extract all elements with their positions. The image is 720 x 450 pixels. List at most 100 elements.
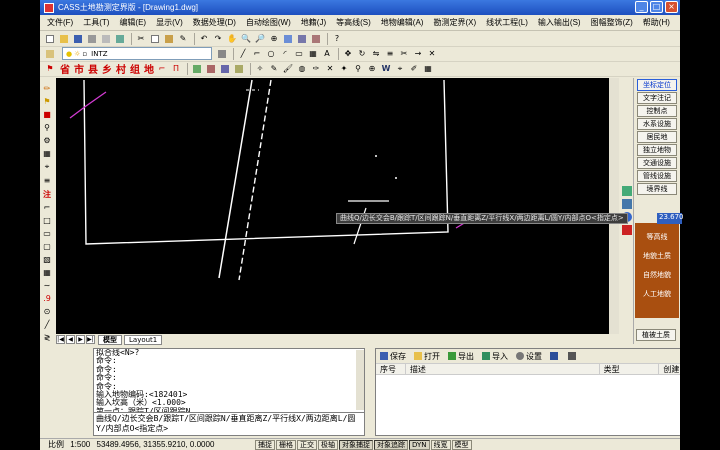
- column-created[interactable]: 创建时间: [659, 364, 680, 374]
- status-otrack[interactable]: 对象追踪: [374, 439, 408, 450]
- command-scrollbar[interactable]: [356, 350, 364, 410]
- move-icon[interactable]: ✥: [342, 48, 354, 60]
- table-icon[interactable]: [233, 63, 245, 75]
- bracket-icon[interactable]: Π: [170, 63, 182, 75]
- tool-palette-icon[interactable]: [310, 33, 322, 45]
- status-lineweight[interactable]: 线宽: [430, 439, 451, 450]
- open-icon[interactable]: [58, 33, 70, 45]
- hatch-icon[interactable]: [622, 199, 632, 209]
- panel-item-control-point[interactable]: 控制点: [637, 105, 677, 117]
- undo-icon[interactable]: ↶: [198, 33, 210, 45]
- copy-icon[interactable]: [149, 33, 161, 45]
- code-village[interactable]: 村: [114, 61, 128, 76]
- panel-item-coordinate[interactable]: 坐标定位: [637, 79, 677, 91]
- menu-survey-boundary[interactable]: 勘测定界(X): [428, 17, 481, 28]
- menu-map-finishing[interactable]: 图幅整饰(Z): [586, 17, 638, 28]
- fill-icon[interactable]: ◍: [296, 63, 308, 75]
- brush-icon[interactable]: 🖌: [282, 63, 294, 75]
- offset-icon[interactable]: ≡: [384, 48, 396, 60]
- panel-item-residential[interactable]: 居民地: [637, 131, 677, 143]
- measure-icon[interactable]: ⌖: [394, 63, 406, 75]
- panel-item-contour[interactable]: 等高线: [635, 232, 679, 242]
- annotate-zhu-icon[interactable]: 注: [41, 188, 53, 200]
- grid-icon[interactable]: [568, 351, 578, 361]
- menu-view[interactable]: 显示(V): [151, 17, 188, 28]
- design-center-icon[interactable]: [296, 33, 308, 45]
- tab-last-icon[interactable]: ▶|: [86, 335, 95, 344]
- tab-first-icon[interactable]: |◀: [56, 335, 65, 344]
- dot9-icon[interactable]: .9: [41, 293, 53, 304]
- book-icon[interactable]: [550, 351, 560, 361]
- column-description[interactable]: 描述: [406, 364, 600, 374]
- target-icon[interactable]: ⊙: [41, 306, 53, 317]
- code-group[interactable]: 组: [128, 61, 142, 76]
- rotate-icon[interactable]: ↻: [356, 48, 368, 60]
- column-type[interactable]: 类型: [600, 364, 660, 374]
- panel-item-water[interactable]: 水系设施: [637, 118, 677, 130]
- menu-feature-edit[interactable]: 地物编辑(A): [376, 17, 429, 28]
- symbol-icon[interactable]: ⚙: [41, 135, 53, 146]
- print-icon[interactable]: [86, 33, 98, 45]
- hatch-icon[interactable]: ▧: [41, 254, 53, 265]
- layer-manager-icon[interactable]: [44, 48, 56, 60]
- link-icon[interactable]: ⚲: [352, 63, 364, 75]
- zoom-window-icon[interactable]: 🔎: [254, 33, 266, 45]
- column-index[interactable]: 序号: [376, 364, 406, 374]
- tab-prev-icon[interactable]: ◀: [66, 335, 75, 344]
- pencil-icon[interactable]: ✏: [41, 83, 53, 94]
- maximize-icon[interactable]: □: [650, 1, 663, 13]
- zigzag-icon[interactable]: ≷: [41, 332, 53, 343]
- lines-icon[interactable]: ≡: [41, 175, 53, 186]
- menu-auto-draw[interactable]: 自动绘图(W): [241, 17, 296, 28]
- square2-icon[interactable]: ▢: [41, 241, 53, 252]
- code-province[interactable]: 省: [58, 61, 72, 76]
- grid-icon[interactable]: ▦: [422, 63, 434, 75]
- boundary-icon[interactable]: ⌐: [156, 63, 168, 75]
- save-icon[interactable]: [72, 33, 84, 45]
- panel-item-pipeline[interactable]: 管线设施: [637, 170, 677, 182]
- zoom-realtime-icon[interactable]: 🔍: [240, 33, 252, 45]
- drawing-canvas[interactable]: [56, 78, 618, 334]
- menu-tools[interactable]: 工具(T): [78, 17, 114, 28]
- trim-icon[interactable]: ✂: [398, 48, 410, 60]
- table-icon[interactable]: ▦: [41, 148, 53, 159]
- status-polar[interactable]: 极轴: [318, 439, 338, 450]
- canvas-vertical-scrollbar[interactable]: [609, 78, 619, 334]
- properties-icon[interactable]: [282, 33, 294, 45]
- close-icon[interactable]: ×: [665, 1, 678, 13]
- cut-icon[interactable]: ✂: [135, 33, 147, 45]
- menu-file[interactable]: 文件(F): [42, 17, 78, 28]
- mirror-icon[interactable]: ⇋: [370, 48, 382, 60]
- menu-input-output[interactable]: 输入输出(S): [533, 17, 586, 28]
- line-icon[interactable]: ╱: [237, 48, 249, 60]
- status-osnap[interactable]: 对象捕捉: [339, 439, 373, 450]
- panel-item-text[interactable]: 文字注记: [637, 92, 677, 104]
- panel-item-natural[interactable]: 自然地貌: [635, 270, 679, 280]
- menu-edit[interactable]: 编辑(E): [114, 17, 151, 28]
- code-township[interactable]: 乡: [100, 61, 114, 76]
- settings-button[interactable]: 设置: [516, 351, 542, 362]
- measure-icon[interactable]: ⌖: [41, 161, 53, 173]
- zoom-icon[interactable]: ⊕: [366, 63, 378, 75]
- parcel-edit-icon[interactable]: [205, 63, 217, 75]
- draw-point-icon[interactable]: ✧: [254, 63, 266, 75]
- tab-layout1[interactable]: Layout1: [124, 334, 163, 345]
- new-icon[interactable]: [44, 33, 56, 45]
- import-button[interactable]: 导入: [482, 351, 508, 362]
- redo-icon[interactable]: ↷: [212, 33, 224, 45]
- preview-icon[interactable]: [100, 33, 112, 45]
- minimize-icon[interactable]: _: [635, 1, 648, 13]
- menu-help[interactable]: 帮助(H): [638, 17, 675, 28]
- open-button[interactable]: 打开: [414, 351, 440, 362]
- grid-icon[interactable]: ▦: [41, 267, 53, 278]
- code-land[interactable]: 地: [142, 61, 156, 76]
- panel-item-vegetation[interactable]: 植被土质: [636, 329, 676, 341]
- circle-icon[interactable]: ○: [265, 48, 277, 60]
- delete-icon[interactable]: [622, 225, 632, 235]
- panel-item-landform[interactable]: 地貌土质: [635, 251, 679, 261]
- code-city[interactable]: 市: [72, 61, 86, 76]
- draw-line-icon[interactable]: ✎: [268, 63, 280, 75]
- tilde-icon[interactable]: ∼: [41, 280, 53, 291]
- panel-item-artificial[interactable]: 人工地貌: [635, 289, 679, 299]
- node-icon[interactable]: ✦: [338, 63, 350, 75]
